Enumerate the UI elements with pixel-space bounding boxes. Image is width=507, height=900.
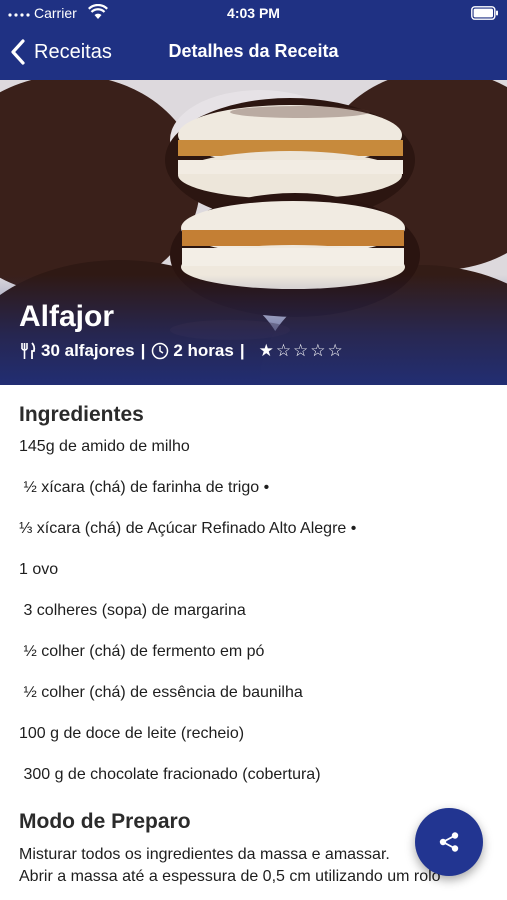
status-bar: Carrier 4:03 PM xyxy=(0,0,507,26)
clock-icon xyxy=(152,342,169,360)
page-title: Detalhes da Receita xyxy=(168,41,339,61)
recipe-content: Ingredientes 145g de amido de milho ½ xí… xyxy=(19,403,489,888)
recipe-name: Alfajor xyxy=(19,300,115,333)
ingredient-item: 145g de amido de milho xyxy=(19,438,190,455)
share-icon xyxy=(439,832,459,852)
recipe-hero: Alfajor 30 alfajores | 2 horas | ★☆☆☆☆ xyxy=(0,80,507,385)
ingredient-item: ½ colher (chá) de fermento em pó xyxy=(19,643,265,660)
ingredient-item: 3 colheres (sopa) de margarina xyxy=(19,602,246,619)
fork-knife-icon xyxy=(21,342,36,359)
ingredient-item: 100 g de doce de leite (recheio) xyxy=(19,725,245,742)
ingredient-item: ½ colher (chá) de essência de baunilha xyxy=(19,684,303,701)
ingredient-item: ½ xícara (chá) de farinha de trigo • xyxy=(19,479,270,496)
recipe-meta: 30 alfajores | 2 horas | ★☆☆☆☆ xyxy=(19,341,345,361)
ingredients-list: 145g de amido de milho ½ xícara (chá) de… xyxy=(19,437,489,806)
ingredients-title: Ingredientes xyxy=(19,403,144,426)
navigation-bar: Carrier 4:03 PM Receitas Detalhes da Rec… xyxy=(0,0,507,80)
preparation-line: Abrir a massa até a espessura de 0,5 cm … xyxy=(19,868,441,885)
status-time: 4:03 PM xyxy=(227,5,280,21)
nav-header: Receitas Detalhes da Receita xyxy=(0,30,507,74)
ingredient-item: 300 g de chocolate fracionado (cobertura… xyxy=(19,766,321,783)
ingredient-item: 1 ovo xyxy=(19,561,59,578)
share-button[interactable] xyxy=(415,808,483,876)
battery-icon xyxy=(471,6,498,20)
ingredient-item: ⅓ xícara (chá) de Açúcar Refinado Alto A… xyxy=(19,520,357,537)
recipe-time: 2 horas xyxy=(173,341,234,360)
meta-separator: | xyxy=(239,341,245,360)
meta-separator: | xyxy=(140,341,146,360)
recipe-yield: 30 alfajores xyxy=(41,341,135,360)
rating-stars: ★☆☆☆☆ xyxy=(258,341,345,360)
